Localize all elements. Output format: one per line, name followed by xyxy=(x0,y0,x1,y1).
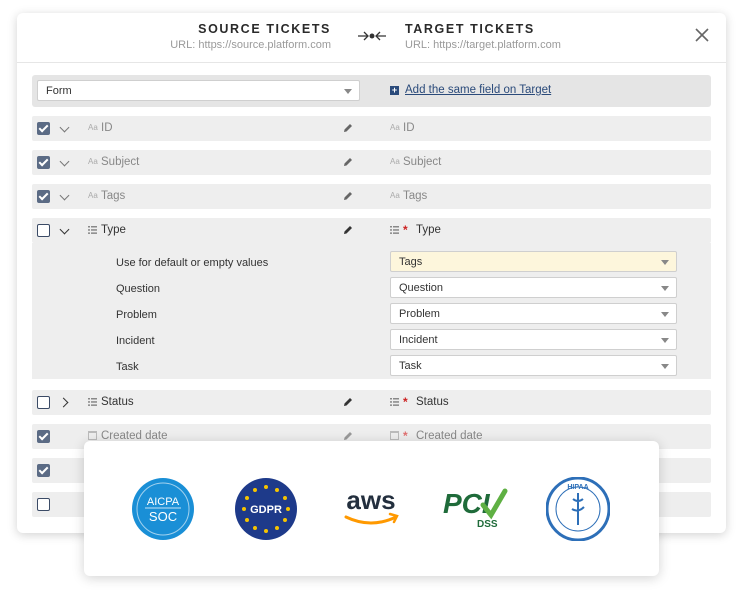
mapping-select-task[interactable]: Task xyxy=(390,355,677,376)
source-field-label: Tags xyxy=(101,190,126,202)
target-field-label: Status xyxy=(416,396,449,408)
form-bar: Form + Add the same field on Target xyxy=(32,75,711,107)
aws-logo: aws xyxy=(344,485,399,525)
chevron-down-icon xyxy=(661,259,669,265)
aicpa-line2: SOC xyxy=(149,509,177,524)
text-field-icon: Aa xyxy=(390,157,400,166)
field-checkbox[interactable] xyxy=(37,430,50,443)
pencil-icon[interactable] xyxy=(342,190,354,202)
target-field-label: Tags xyxy=(403,190,428,202)
field-checkbox[interactable] xyxy=(37,498,50,511)
hipaa-text: HIPAA xyxy=(567,484,588,491)
pencil-icon[interactable] xyxy=(342,224,354,236)
target-field-label: Type xyxy=(416,224,441,236)
aws-text: aws xyxy=(346,485,395,515)
text-field-icon: Aa xyxy=(88,191,98,200)
mapping-select-question[interactable]: Question xyxy=(390,277,677,298)
target-field-label: ID xyxy=(403,122,415,134)
chevron-down-icon xyxy=(661,337,669,343)
mapping-select-value: Problem xyxy=(399,307,440,320)
mapping-label: Incident xyxy=(116,335,155,347)
chevron-down-icon xyxy=(661,363,669,369)
chevron-down-icon[interactable] xyxy=(59,156,70,167)
field-row-subject[interactable]: Aa Subject Aa Subject xyxy=(32,150,711,175)
chevron-down-icon xyxy=(344,88,352,94)
field-checkbox[interactable] xyxy=(37,156,50,169)
field-checkbox[interactable] xyxy=(37,190,50,203)
plus-icon: + xyxy=(390,84,399,95)
required-icon: * xyxy=(403,223,408,237)
text-field-icon: Aa xyxy=(88,157,98,166)
mapping-select-problem[interactable]: Problem xyxy=(390,303,677,324)
aicpa-line1: AICPA xyxy=(147,496,180,508)
text-field-icon: Aa xyxy=(390,123,400,132)
mapping-select-incident[interactable]: Incident xyxy=(390,329,677,350)
list-icon xyxy=(390,226,399,234)
chevron-down-icon xyxy=(661,311,669,317)
list-icon xyxy=(88,398,97,406)
text-field-icon: Aa xyxy=(88,123,98,132)
calendar-icon xyxy=(88,431,97,440)
pencil-icon[interactable] xyxy=(342,156,354,168)
aicpa-soc-badge: AICPA SOC xyxy=(132,478,194,540)
chevron-down-icon[interactable] xyxy=(59,224,70,235)
source-field-label: Type xyxy=(101,224,126,236)
field-row-type[interactable]: Type * Type xyxy=(32,218,711,243)
text-field-icon: Aa xyxy=(390,191,400,200)
hipaa-badge: HIPAA xyxy=(546,477,610,541)
form-select[interactable]: Form xyxy=(37,80,360,101)
form-select-value: Form xyxy=(46,84,72,97)
add-same-field-label: Add the same field on Target xyxy=(405,84,552,96)
field-checkbox[interactable] xyxy=(37,122,50,135)
field-checkbox[interactable] xyxy=(37,464,50,477)
mapping-label: Task xyxy=(116,361,139,373)
target-title: TARGET TICKETS xyxy=(405,22,535,36)
list-icon xyxy=(88,226,97,234)
target-url: URL: https://target.platform.com xyxy=(405,39,561,51)
field-checkbox[interactable] xyxy=(37,224,50,237)
close-icon[interactable] xyxy=(693,26,711,44)
field-row-id[interactable]: Aa ID Aa ID xyxy=(32,116,711,141)
type-value-mapping: Use for default or empty values Tags Que… xyxy=(32,243,711,379)
source-info: SOURCE TICKETS URL: https://source.platf… xyxy=(170,22,331,51)
target-field-label: Subject xyxy=(403,156,442,168)
pencil-icon[interactable] xyxy=(342,122,354,134)
source-field-label: Status xyxy=(101,396,134,408)
mapping-select-value: Tags xyxy=(399,255,423,268)
gdpr-text: GDPR xyxy=(250,504,282,516)
mapping-select-default[interactable]: Tags xyxy=(390,251,677,272)
field-row-tags[interactable]: Aa Tags Aa Tags xyxy=(32,184,711,209)
mapping-select-value: Question xyxy=(399,281,444,294)
mapping-select-value: Task xyxy=(399,359,422,372)
chevron-down-icon[interactable] xyxy=(59,190,70,201)
mapping-label: Question xyxy=(116,283,161,295)
gdpr-badge: GDPR xyxy=(235,478,297,540)
mapping-label: Use for default or empty values xyxy=(116,257,269,269)
mapping-select-value: Incident xyxy=(399,333,438,346)
field-checkbox[interactable] xyxy=(37,396,50,409)
target-info: TARGET TICKETS URL: https://target.platf… xyxy=(405,22,561,51)
required-icon: * xyxy=(403,395,408,409)
dialog-header: SOURCE TICKETS URL: https://source.platf… xyxy=(17,13,726,63)
mapping-label: Problem xyxy=(116,309,157,321)
source-url: URL: https://source.platform.com xyxy=(170,39,331,51)
source-field-label: Subject xyxy=(101,156,140,168)
source-field-label: ID xyxy=(101,122,113,134)
calendar-icon xyxy=(390,431,399,440)
compliance-badges-card: AICPA SOC GDPR aws PCI DSS HIPAA xyxy=(84,441,659,576)
chevron-down-icon[interactable] xyxy=(59,122,70,133)
pencil-icon[interactable] xyxy=(342,396,354,408)
add-same-field-link[interactable]: + Add the same field on Target xyxy=(390,84,551,96)
list-icon xyxy=(390,398,399,406)
merge-icon xyxy=(358,31,386,41)
pci-sub-text: DSS xyxy=(477,519,498,530)
chevron-right-icon[interactable] xyxy=(58,397,69,408)
pci-dss-badge: PCI DSS xyxy=(443,488,508,530)
chevron-down-icon xyxy=(661,285,669,291)
field-row-status[interactable]: Status * Status xyxy=(32,390,711,415)
source-title: SOURCE TICKETS xyxy=(198,22,331,36)
